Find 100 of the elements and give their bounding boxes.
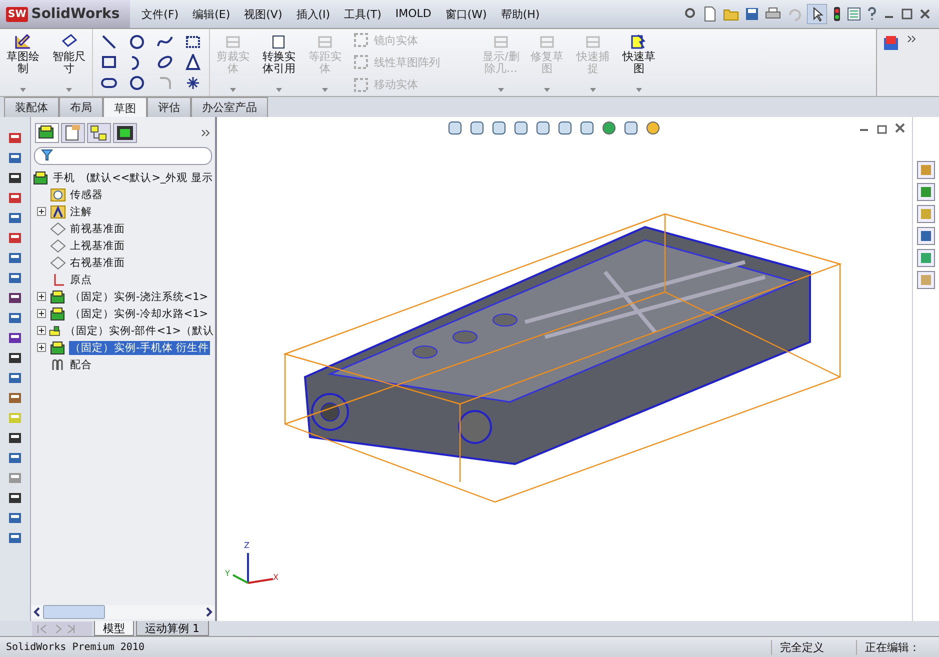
- dropdown-icon: [20, 88, 26, 92]
- expand-icon[interactable]: [37, 326, 46, 335]
- options-icon[interactable]: [847, 7, 861, 21]
- close-icon[interactable]: [894, 122, 906, 134]
- scroll-left-icon[interactable]: [33, 607, 41, 617]
- tree-item[interactable]: （固定）实例-浇注系统<1>: [69, 290, 210, 304]
- menu-item[interactable]: 文件(F): [142, 6, 179, 22]
- scroll-right-icon[interactable]: [205, 607, 213, 617]
- menu-item[interactable]: IMOLD: [395, 6, 432, 22]
- status-field: 正在编辑：: [856, 640, 933, 654]
- close-icon[interactable]: [919, 8, 931, 20]
- plane-icon: [50, 238, 66, 252]
- menu-item[interactable]: 插入(I): [296, 6, 330, 22]
- property-manager-tab-icon[interactable]: [61, 123, 85, 143]
- ribbon-button[interactable]: 快速草图: [616, 29, 662, 96]
- configuration-tab-icon[interactable]: [87, 123, 111, 143]
- axis-label: X: [273, 573, 278, 582]
- tool-icon[interactable]: [8, 171, 22, 185]
- axis-label: Z: [244, 541, 250, 550]
- tree-item[interactable]: 注解: [69, 204, 93, 218]
- dashed-square-icon: [354, 78, 368, 92]
- tool-icon[interactable]: [8, 371, 22, 385]
- task-pane-icon[interactable]: [917, 205, 935, 223]
- tool-icon[interactable]: [8, 491, 22, 505]
- paperclip-icon: [50, 358, 66, 372]
- chevron-icon[interactable]: [201, 129, 211, 137]
- assembly-icon: [50, 290, 66, 304]
- bottom-tab[interactable]: 运动算例 1: [136, 621, 208, 636]
- task-pane-icon[interactable]: [917, 249, 935, 267]
- ribbon-button[interactable]: 智能尺寸: [46, 29, 92, 96]
- tool-icon[interactable]: [8, 511, 22, 525]
- assembly-icon: [50, 340, 66, 354]
- tree-item[interactable]: 配合: [69, 358, 93, 372]
- line-tool-icon[interactable]: [101, 34, 117, 50]
- help-icon[interactable]: [867, 7, 877, 21]
- display-manager-tab-icon[interactable]: [113, 123, 137, 143]
- tool-icon[interactable]: [8, 531, 22, 545]
- circle-tool-icon[interactable]: [129, 34, 145, 50]
- tool-icon[interactable]: [8, 331, 22, 345]
- task-pane-icon[interactable]: [917, 271, 935, 289]
- tool-icon[interactable]: [8, 271, 22, 285]
- ellipse-tool-icon[interactable]: [157, 54, 173, 70]
- part-icon: [49, 324, 61, 338]
- filter-field[interactable]: [34, 147, 212, 165]
- bottom-tab[interactable]: 模型: [94, 621, 134, 636]
- tree-item[interactable]: 原点: [69, 272, 93, 286]
- tool-icon[interactable]: [8, 151, 22, 165]
- maximize-icon[interactable]: [901, 8, 913, 20]
- save-icon[interactable]: [745, 7, 759, 21]
- command-tab[interactable]: 装配体: [4, 97, 59, 117]
- horizontal-scrollbar[interactable]: [31, 605, 215, 619]
- printer-icon[interactable]: [765, 7, 781, 21]
- tree-item[interactable]: （固定）实例-手机体 衍生件: [69, 340, 210, 354]
- task-pane-icon[interactable]: [917, 183, 935, 201]
- new-document-icon[interactable]: [703, 6, 717, 22]
- menu-item[interactable]: 工具(T): [344, 6, 382, 22]
- tool-icon[interactable]: [8, 251, 22, 265]
- dropdown-icon: [544, 88, 550, 92]
- expand-icon[interactable]: [37, 292, 46, 301]
- dropdown-icon: [636, 88, 642, 92]
- tool-icon[interactable]: [8, 291, 22, 305]
- product-name: SolidWorks Premium 2010: [6, 642, 144, 652]
- expand-icon[interactable]: [37, 207, 46, 216]
- tree-item[interactable]: 右视基准面: [69, 256, 126, 270]
- tool-icon[interactable]: [8, 351, 22, 365]
- gauge-icon: [50, 188, 66, 202]
- app-logo: SW SolidWorks: [0, 0, 130, 28]
- pencil-icon: [13, 33, 33, 51]
- command-tab[interactable]: 草图: [103, 97, 147, 119]
- chevron-icon[interactable]: [907, 35, 917, 43]
- tool-icon[interactable]: [8, 311, 22, 325]
- select-pointer-icon[interactable]: [807, 4, 827, 24]
- expand-icon[interactable]: [37, 343, 46, 352]
- tool-icon[interactable]: [8, 431, 22, 445]
- traffic-light-icon[interactable]: [833, 6, 841, 22]
- tree-item[interactable]: （固定）实例-部件<1>（默认: [64, 324, 215, 338]
- menu-item[interactable]: 帮助(H): [500, 6, 540, 22]
- tree-item[interactable]: 前视基准面: [69, 222, 126, 236]
- feature-manager-tab-icon[interactable]: [35, 123, 59, 143]
- tree-item[interactable]: 上视基准面: [69, 238, 126, 252]
- tool-icon[interactable]: [8, 211, 22, 225]
- menu-item[interactable]: 视图(V): [244, 6, 282, 22]
- ribbon-button[interactable]: 草图绘制: [0, 29, 46, 96]
- task-pane-icon[interactable]: [917, 161, 935, 179]
- command-tab[interactable]: 办公室产品: [191, 97, 268, 117]
- command-tab[interactable]: 布局: [59, 97, 103, 117]
- task-pane-icon[interactable]: [917, 227, 935, 245]
- tree-item[interactable]: （固定）实例-冷却水路<1>: [69, 306, 210, 320]
- menu-item[interactable]: 窗口(W): [445, 6, 487, 22]
- rect-tool-icon[interactable]: [101, 54, 117, 70]
- toolbox-icon[interactable]: [883, 35, 899, 51]
- menu-item[interactable]: 编辑(E): [192, 6, 230, 22]
- expand-icon[interactable]: [37, 309, 46, 318]
- command-tab[interactable]: 评估: [147, 97, 191, 117]
- tree-item[interactable]: 传感器: [69, 188, 104, 202]
- ribbon-button[interactable]: 转换实体引用: [256, 29, 302, 96]
- dropdown-icon: [276, 88, 282, 92]
- tool-icon[interactable]: [8, 451, 22, 465]
- tree-item[interactable]: 手机 (默认<<默认>_外观 显示: [52, 170, 214, 184]
- point-tool-icon[interactable]: [185, 74, 201, 91]
